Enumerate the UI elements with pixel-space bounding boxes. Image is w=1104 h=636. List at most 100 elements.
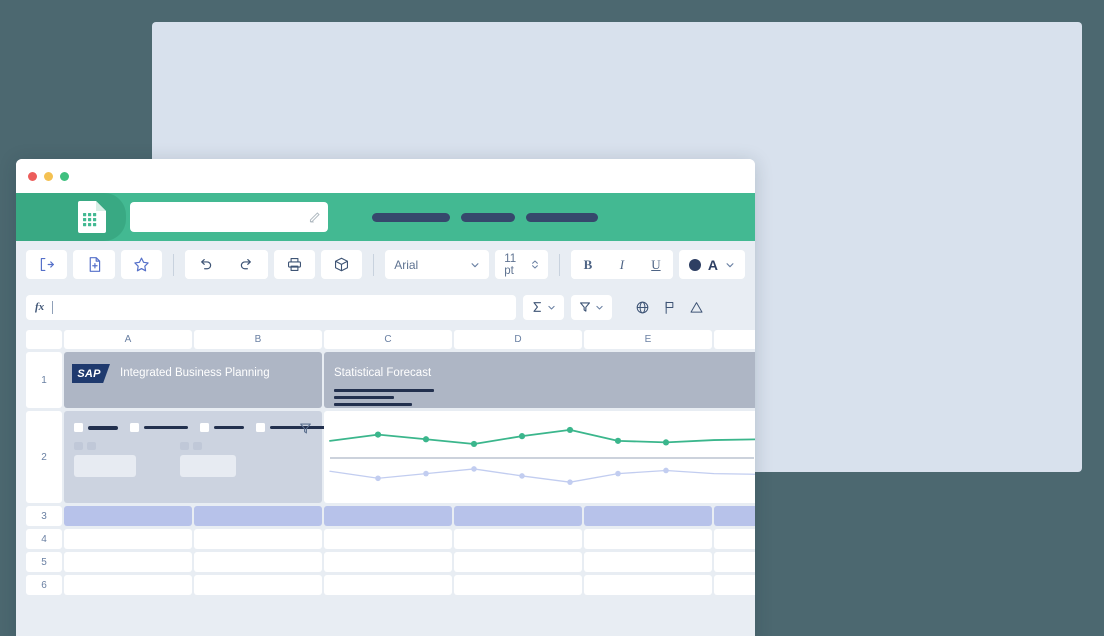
chart-point xyxy=(471,466,477,472)
banner-cell-left[interactable]: SAP Integrated Business Planning xyxy=(64,352,322,408)
filter-input-placeholder[interactable] xyxy=(74,455,136,477)
flag-icon xyxy=(665,301,673,314)
close-window-button[interactable] xyxy=(28,171,37,181)
column-header-e[interactable]: E xyxy=(584,330,712,349)
banner-cell-right[interactable]: Statistical Forecast xyxy=(324,352,755,408)
grid-cell[interactable] xyxy=(194,506,322,526)
minimize-window-button[interactable] xyxy=(44,171,53,181)
filter-panel-button[interactable] xyxy=(299,422,312,440)
text-color-picker[interactable]: A xyxy=(678,250,746,279)
grid-cell[interactable] xyxy=(714,575,755,595)
grid-cell[interactable] xyxy=(64,529,192,549)
legend-item[interactable] xyxy=(200,423,244,432)
font-size-stepper[interactable]: 11 pt xyxy=(495,250,549,279)
document-name-input[interactable] xyxy=(130,202,328,232)
row-header-1[interactable]: 1 xyxy=(26,352,62,408)
grid-cell[interactable] xyxy=(194,529,322,549)
chart-line-1 xyxy=(329,468,755,483)
legend-item[interactable] xyxy=(74,423,118,432)
column-header-d[interactable]: D xyxy=(454,330,582,349)
filter-input-placeholder[interactable] xyxy=(180,455,236,477)
grid-row-1: 1 SAP Integrated Business Planning Stati… xyxy=(16,352,755,408)
grid-cell[interactable] xyxy=(454,575,582,595)
chevron-down-icon xyxy=(596,305,603,310)
grid-cell[interactable] xyxy=(714,552,755,572)
grid-cell[interactable] xyxy=(64,506,192,526)
header-menu-bar[interactable] xyxy=(461,212,515,222)
grid-cell[interactable] xyxy=(714,529,755,549)
grid-cell[interactable] xyxy=(324,552,452,572)
row-header-6[interactable]: 6 xyxy=(26,575,62,595)
grid-cell[interactable] xyxy=(324,506,452,526)
print-button[interactable] xyxy=(273,250,315,279)
favorite-button[interactable] xyxy=(120,250,163,279)
toolbar-divider xyxy=(559,253,560,276)
grid-cell[interactable] xyxy=(194,575,322,595)
grid-cell[interactable] xyxy=(454,506,582,526)
chevron-down-icon xyxy=(471,262,479,267)
font-family-select[interactable]: Arial xyxy=(385,250,490,279)
sap-logo-text: SAP xyxy=(77,367,101,380)
grid-cell[interactable] xyxy=(714,506,755,526)
grid-cell[interactable] xyxy=(324,575,452,595)
checkbox-icon[interactable] xyxy=(74,423,83,432)
chart-filter-panel[interactable] xyxy=(64,411,326,503)
filter-dropdown[interactable] xyxy=(571,294,612,320)
chart-svg xyxy=(329,426,755,485)
grid-row-4: 4 xyxy=(16,529,755,549)
chart-point xyxy=(374,431,382,438)
row-header-2[interactable]: 2 xyxy=(26,411,62,503)
legend-item[interactable] xyxy=(256,423,326,432)
legend-label-redacted xyxy=(144,426,188,429)
grid-cell[interactable] xyxy=(64,552,192,572)
checkbox-icon[interactable] xyxy=(256,423,265,432)
sap-logo-icon: SAP xyxy=(72,364,110,383)
row-header-4[interactable]: 4 xyxy=(26,529,62,549)
header-menu-bar[interactable] xyxy=(372,212,450,222)
banner-title-left: Integrated Business Planning xyxy=(120,367,270,379)
export-button[interactable] xyxy=(26,250,68,279)
grid-cell[interactable] xyxy=(194,552,322,572)
pencil-icon[interactable] xyxy=(308,211,321,224)
underline-button[interactable]: U xyxy=(638,250,673,279)
formula-input[interactable]: fx xyxy=(26,294,516,320)
grid-cell[interactable] xyxy=(64,575,192,595)
flag-button[interactable] xyxy=(659,295,679,320)
globe-button[interactable] xyxy=(632,295,652,320)
app-window: Arial 11 pt B I U A fx A B C D E 1 SAP I… xyxy=(16,159,755,636)
grid-cell[interactable] xyxy=(324,529,452,549)
grid-cell[interactable] xyxy=(454,552,582,572)
legend-item[interactable] xyxy=(130,423,188,432)
column-header-b[interactable]: B xyxy=(194,330,322,349)
row-header-5[interactable]: 5 xyxy=(26,552,62,572)
redacted-line xyxy=(334,389,434,392)
bold-label: B xyxy=(583,256,593,272)
text-color-letter: A xyxy=(707,256,719,273)
select-all-corner[interactable] xyxy=(26,330,62,349)
redo-button[interactable] xyxy=(226,250,268,279)
chart-point xyxy=(422,436,430,443)
grid-cell[interactable] xyxy=(584,529,712,549)
bold-button[interactable]: B xyxy=(570,250,605,279)
grid-cell[interactable] xyxy=(584,552,712,572)
row-header-3[interactable]: 3 xyxy=(26,506,62,526)
forecast-chart[interactable] xyxy=(324,411,755,503)
sum-dropdown[interactable] xyxy=(523,294,564,320)
grid-cell[interactable] xyxy=(584,575,712,595)
undo-button[interactable] xyxy=(184,250,227,279)
cube-button[interactable] xyxy=(320,250,363,279)
grid-cell[interactable] xyxy=(454,529,582,549)
chart-point xyxy=(663,467,669,474)
maximize-window-button[interactable] xyxy=(60,171,69,181)
column-header-c[interactable]: C xyxy=(324,330,452,349)
new-document-button[interactable] xyxy=(73,250,115,279)
column-header-f[interactable] xyxy=(714,330,755,349)
italic-button[interactable]: I xyxy=(604,250,639,279)
toolbar-divider xyxy=(173,253,174,276)
grid-cell[interactable] xyxy=(584,506,712,526)
checkbox-icon[interactable] xyxy=(130,423,139,432)
column-header-a[interactable]: A xyxy=(64,330,192,349)
alert-button[interactable] xyxy=(686,295,706,320)
header-menu-bar[interactable] xyxy=(526,212,598,222)
checkbox-icon[interactable] xyxy=(200,423,209,432)
